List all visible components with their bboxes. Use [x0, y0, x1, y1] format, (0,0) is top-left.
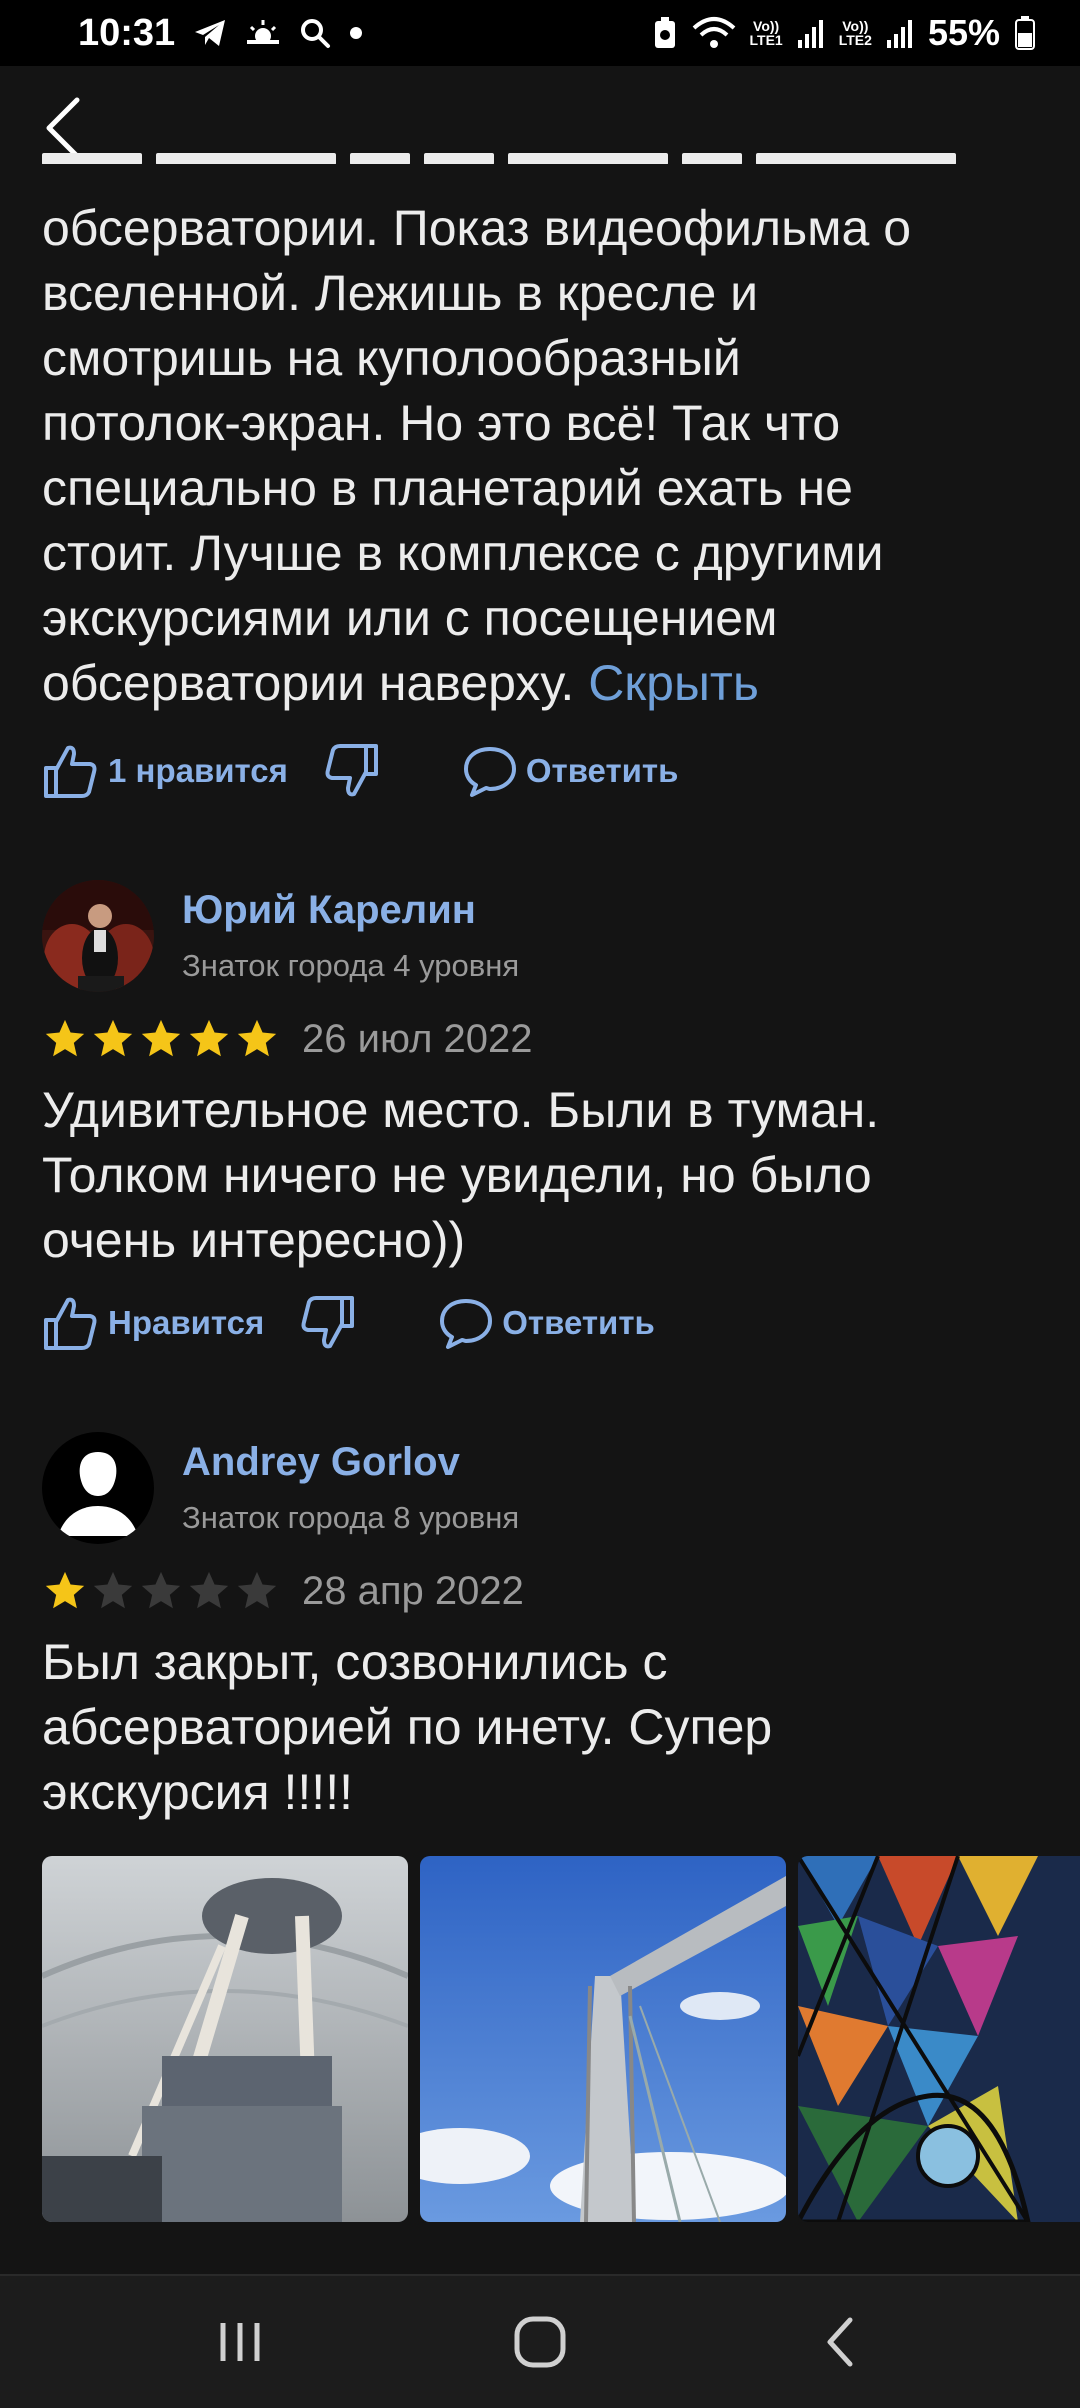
reply-button[interactable]: Ответить — [462, 743, 679, 799]
rating-row: 26 июл 2022 — [42, 1016, 533, 1062]
reply-label: Ответить — [502, 1304, 655, 1341]
like-count-label: 1 нравится — [108, 752, 288, 789]
review-line: Был закрыт, созвонились с — [42, 1634, 668, 1690]
avatar[interactable] — [42, 880, 154, 992]
star-filled-icon — [93, 1019, 133, 1057]
review-line: очень интересно)) — [42, 1212, 466, 1268]
star-filled-icon — [141, 1019, 181, 1057]
notification-dot-icon — [349, 26, 363, 40]
review-line-last: обсерватории наверху. Скрыть — [42, 651, 1042, 716]
like-button[interactable]: Нравится — [42, 1294, 264, 1352]
review-line: Толком ничего не увидели, но было — [42, 1147, 872, 1203]
review-photos — [42, 1856, 1080, 2222]
dislike-button[interactable] — [324, 742, 380, 800]
reply-button[interactable]: Ответить — [438, 1295, 655, 1351]
sim1-indicator: Vo)) LTE1 — [749, 18, 783, 48]
review-line: стоит. Лучше в комплексе с другими — [42, 525, 884, 581]
review-line: смотришь на куполообразный — [42, 330, 741, 386]
thumbs-up-icon — [44, 745, 97, 798]
review-line: экскурсия !!!!! — [42, 1764, 353, 1820]
review-actions-2: Нравится Ответить — [42, 1288, 655, 1358]
search-icon — [299, 17, 331, 49]
review-date: 26 июл 2022 — [302, 1016, 533, 1061]
hide-text-link[interactable]: Скрыть — [588, 655, 759, 711]
review-line: экскурсиями или с посещением — [42, 590, 778, 646]
sim2-indicator: Vo)) LTE2 — [838, 18, 872, 48]
status-time: 10:31 — [78, 11, 176, 54]
author-level: Знаток города 4 уровня — [182, 948, 520, 983]
battery-icon — [1014, 16, 1036, 50]
review-line: потолок-экран. Но это всё! Так что — [42, 395, 841, 451]
star-filled-icon — [45, 1019, 85, 1057]
battery-percent: 55% — [927, 12, 1000, 53]
star-empty-icon — [93, 1571, 133, 1609]
comment-icon — [440, 1299, 493, 1349]
star-filled-icon — [237, 1019, 277, 1057]
comment-icon — [463, 747, 516, 797]
thumbs-down-icon — [301, 1296, 355, 1349]
author-name[interactable]: Andrey Gorlov — [182, 1440, 460, 1485]
review-line: специально в планетарий ехать не — [42, 460, 853, 516]
wifi-icon — [692, 16, 736, 50]
recent-apps-icon — [220, 2323, 260, 2361]
like-button[interactable]: 1 нравится — [42, 742, 288, 800]
review-text-3: Был закрыт, созвонились с абсерваторией … — [42, 1630, 1042, 1825]
signal-strength-1-icon — [797, 18, 825, 48]
status-bar: 10:31 Vo)) LTE1 Vo)) LTE2 55% — [0, 0, 1080, 66]
system-nav-bar — [0, 2274, 1080, 2408]
review-line: абсерваторией по инету. Супер — [42, 1699, 773, 1755]
review-text-2: Удивительное место. Были в туман. Толком… — [42, 1078, 1042, 1273]
star-filled-icon — [189, 1019, 229, 1057]
signal-strength-2-icon — [886, 18, 914, 48]
avatar[interactable] — [42, 1432, 154, 1544]
system-back-button[interactable] — [780, 2292, 900, 2392]
home-icon — [514, 2316, 566, 2368]
star-empty-icon — [141, 1571, 181, 1609]
telescope-photo[interactable] — [42, 1856, 408, 2222]
default-user-icon — [42, 1432, 154, 1544]
review-line: обсерватории. Показ видеофильма о — [42, 200, 912, 256]
star-empty-icon — [189, 1571, 229, 1609]
like-label: Нравится — [108, 1304, 265, 1341]
star-empty-icon — [237, 1571, 277, 1609]
tower-photo[interactable] — [420, 1856, 786, 2222]
thumbs-down-icon — [325, 744, 378, 797]
review-line: Удивительное место. Были в туман. — [42, 1082, 880, 1138]
screen: 10:31 Vo)) LTE1 Vo)) LTE2 55% обсерватор… — [0, 0, 1080, 2408]
battery-saver-icon — [652, 16, 678, 50]
review-line: обсерватории наверху. — [42, 655, 575, 711]
stained-glass-photo[interactable] — [798, 1856, 1080, 2222]
weather-icon — [245, 18, 281, 48]
telegram-icon — [193, 18, 227, 48]
clipped-text-line — [42, 152, 1022, 164]
review-date: 28 апр 2022 — [302, 1568, 524, 1613]
reply-label: Ответить — [525, 752, 679, 789]
back-icon — [827, 2317, 853, 2367]
dislike-button[interactable] — [300, 1294, 356, 1352]
rating-row: 28 апр 2022 — [42, 1568, 524, 1614]
chevron-left-icon — [46, 97, 80, 159]
author-level: Знаток города 8 уровня — [182, 1500, 520, 1535]
author-name[interactable]: Юрий Карелин — [182, 888, 476, 933]
star-filled-icon — [45, 1571, 85, 1609]
review-text-1: обсерватории. Показ видеофильма о вселен… — [42, 196, 1042, 716]
star-rating — [42, 1016, 280, 1062]
home-button[interactable] — [480, 2292, 600, 2392]
star-rating — [42, 1568, 280, 1614]
thumbs-up-icon — [44, 1297, 97, 1350]
recent-apps-button[interactable] — [180, 2292, 300, 2392]
review-actions-1: 1 нравится Ответить — [42, 736, 678, 806]
review-line: вселенной. Лежишь в кресле и — [42, 265, 759, 321]
